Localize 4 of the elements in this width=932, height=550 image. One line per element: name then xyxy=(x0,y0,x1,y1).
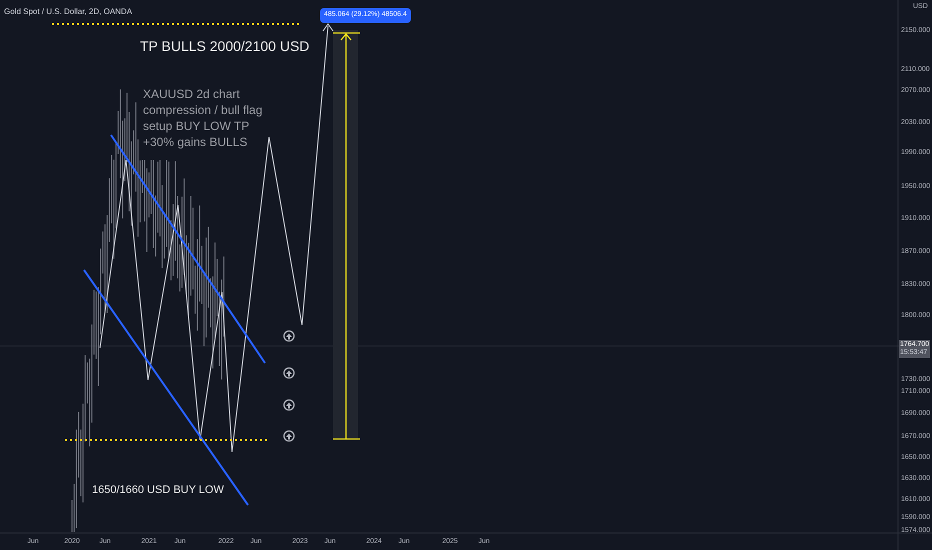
chart-title: Gold Spot / U.S. Dollar, 2D, OANDA xyxy=(4,6,132,18)
chart-annotation: TP BULLS 2000/2100 USD xyxy=(140,37,310,56)
chart-annotation: 1650/1660 USD BUY LOW xyxy=(92,483,224,498)
chart-annotation: XAUUSD 2d chart compression / bull flag setup BUY LOW TP +30% gains BULLS xyxy=(143,86,262,150)
